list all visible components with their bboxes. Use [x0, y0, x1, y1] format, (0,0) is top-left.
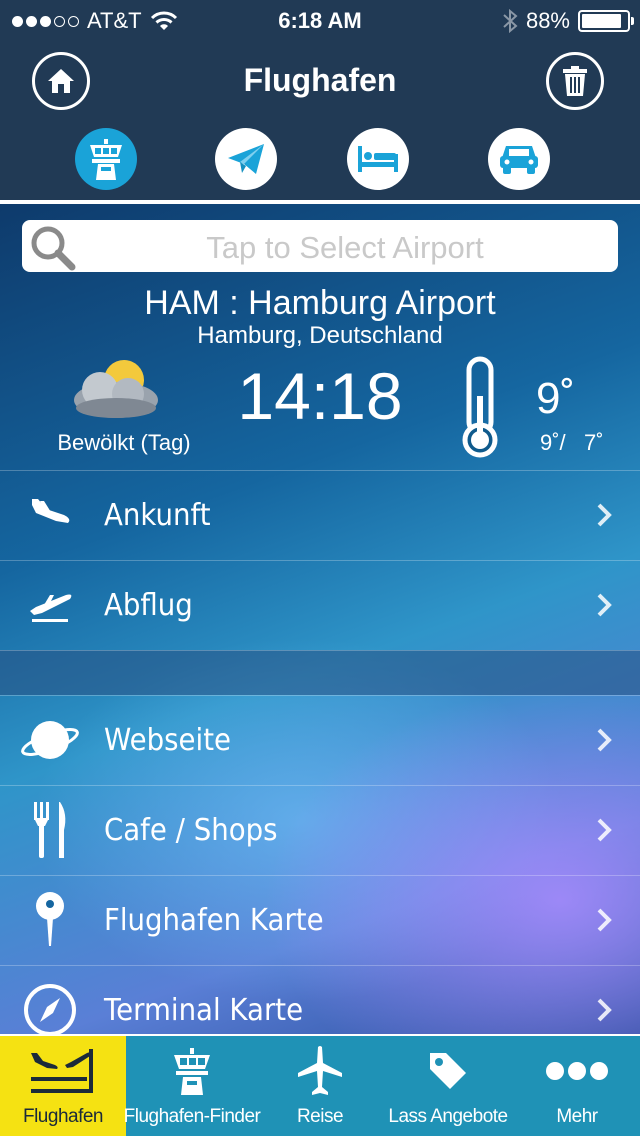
- temperature-high: 9˚/: [540, 430, 566, 455]
- airport-icon: [31, 1049, 93, 1093]
- map-pin-icon: [36, 892, 64, 946]
- plane-takeoff-icon: [30, 594, 72, 622]
- menu-item-arrivals[interactable]: Ankunft: [0, 470, 640, 560]
- menu-item-airport-map[interactable]: Flughafen Karte: [0, 875, 640, 965]
- battery-percent: 88%: [525, 8, 570, 33]
- menu-item-label: Flughafen Karte: [104, 903, 324, 938]
- compass-icon: [24, 984, 76, 1034]
- chevron-right-icon: [597, 728, 612, 752]
- airport-search-field[interactable]: Tap to Select Airport: [22, 220, 618, 272]
- local-time: 14:18: [237, 359, 403, 433]
- menu-item-label: Terminal Karte: [104, 993, 304, 1028]
- tab-cars[interactable]: [488, 128, 550, 190]
- bluetooth-icon: [503, 9, 518, 33]
- trash-icon: [563, 66, 587, 96]
- battery-level: [582, 14, 621, 28]
- chevron-right-icon: [597, 593, 612, 617]
- tab-bar-item-mehr[interactable]: Mehr: [514, 1036, 640, 1136]
- more-icon: [546, 1062, 608, 1080]
- tab-bar-label: Flughafen: [22, 1106, 104, 1127]
- car-icon: [500, 146, 538, 174]
- fork-knife-icon: [34, 802, 66, 858]
- temperature-range: 9˚/ 7˚: [540, 430, 604, 456]
- tab-bar-label: Lass Angebote: [388, 1106, 508, 1127]
- tab-flights[interactable]: [215, 128, 277, 190]
- chevron-right-icon: [597, 998, 612, 1022]
- chevron-right-icon: [597, 503, 612, 527]
- battery-icon: [578, 10, 634, 32]
- search-placeholder: Tap to Select Airport: [206, 230, 484, 265]
- cloudy-weather-icon: [74, 360, 158, 418]
- tab-bar-item-angebote[interactable]: Lass Angebote: [382, 1036, 514, 1136]
- search-icon: [31, 226, 76, 271]
- tab-bar-item-reise[interactable]: Reise: [258, 1036, 382, 1136]
- tab-bar-label: Reise: [296, 1106, 344, 1127]
- menu-item-label: Webseite: [104, 723, 232, 758]
- current-temperature: 9˚: [536, 374, 576, 423]
- tab-bar-label: Mehr: [556, 1106, 598, 1127]
- airport-name: HAM : Hamburg Airport: [144, 284, 496, 322]
- chevron-right-icon: [597, 818, 612, 842]
- section-divider: [0, 650, 640, 695]
- tab-bar-item-finder[interactable]: Flughafen-Finder: [123, 1036, 261, 1136]
- tab-bar-item-flughafen[interactable]: Flughafen: [0, 1036, 126, 1136]
- top-bar: AT&T 6:18 AM 88% Flughafen: [0, 0, 640, 200]
- menu-item-departures[interactable]: Abflug: [0, 560, 640, 650]
- status-bar: AT&T 6:18 AM 88%: [0, 0, 640, 40]
- airplane-icon: [298, 1046, 342, 1095]
- planet-icon: [21, 721, 79, 759]
- plane-landing-icon: [32, 499, 70, 523]
- menu-item-label: Abflug: [104, 588, 193, 623]
- tab-airport[interactable]: [75, 128, 137, 190]
- status-right: 88%: [502, 8, 634, 34]
- menu-item-website[interactable]: Webseite: [0, 695, 640, 785]
- control-tower-icon: [174, 1048, 210, 1095]
- price-tag-icon: [430, 1053, 466, 1089]
- thermometer-icon: [462, 356, 498, 458]
- temperature-low: 7˚: [584, 430, 604, 455]
- tab-hotels[interactable]: [347, 128, 409, 190]
- weather-condition: Bewölkt (Tag): [57, 430, 191, 455]
- main-content: Tap to Select Airport HAM : Hamburg Airp…: [0, 200, 640, 1034]
- menu-item-label: Ankunft: [104, 498, 211, 533]
- control-tower-icon: [90, 139, 122, 180]
- chevron-right-icon: [597, 908, 612, 932]
- page-title: Flughafen: [243, 62, 397, 98]
- paper-plane-icon: [228, 144, 264, 174]
- tab-bar-label: Flughafen-Finder: [123, 1106, 261, 1127]
- menu-item-terminal-map[interactable]: Terminal Karte: [0, 965, 640, 1034]
- bottom-tab-bar: Flughafen Flughafen-Finder Reise Lass An…: [0, 1034, 640, 1136]
- trash-button[interactable]: [546, 52, 604, 110]
- menu-item-label: Cafe / Shops: [104, 813, 278, 848]
- bed-icon: [358, 146, 398, 172]
- menu-item-cafe-shops[interactable]: Cafe / Shops: [0, 785, 640, 875]
- airport-city: Hamburg, Deutschland: [197, 322, 443, 349]
